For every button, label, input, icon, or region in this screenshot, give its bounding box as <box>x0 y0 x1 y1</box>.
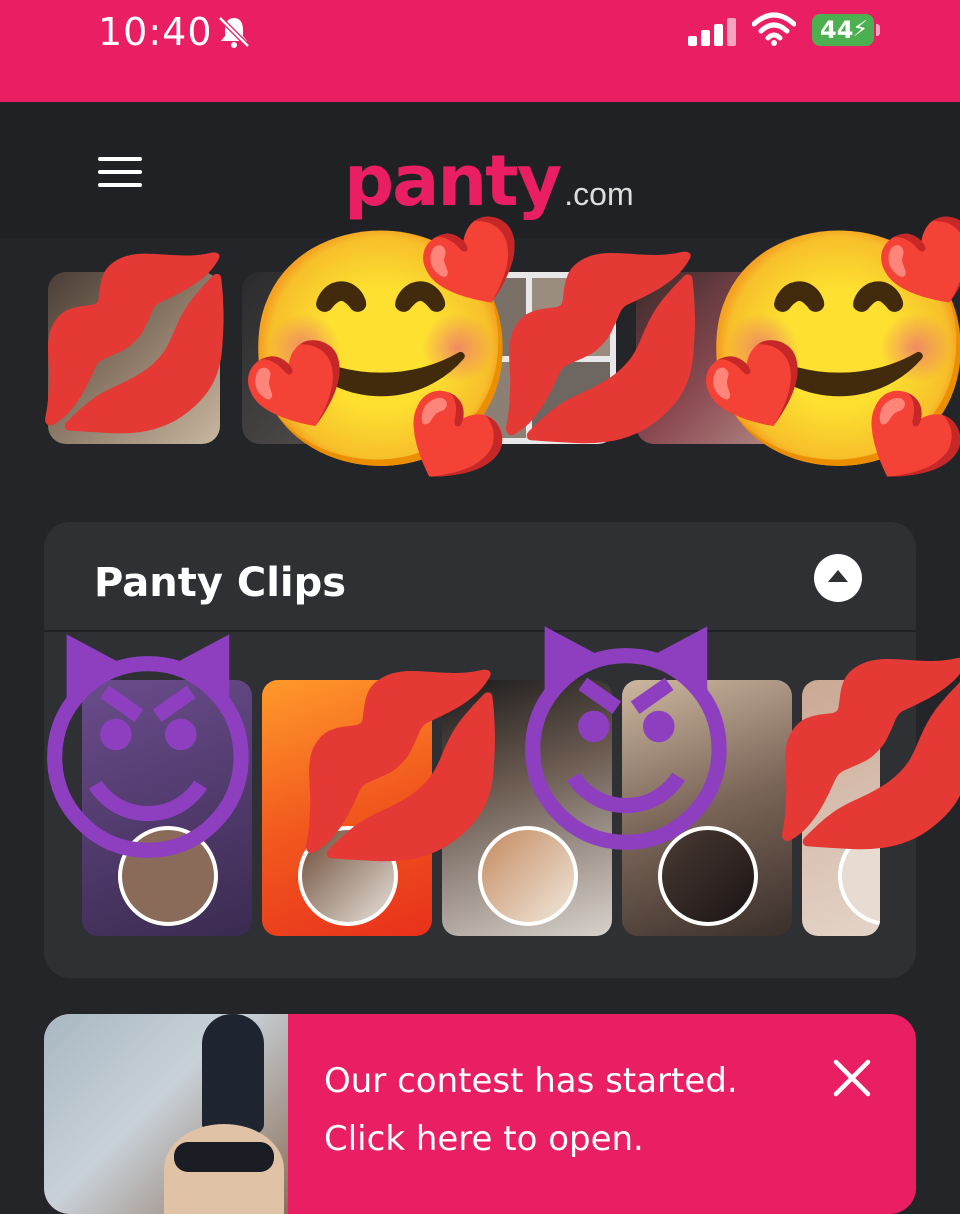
battery-level: 44 <box>820 16 854 44</box>
section-title: Panty Clips <box>94 560 347 606</box>
chevron-up-icon[interactable] <box>814 554 862 602</box>
wifi-icon <box>752 12 796 46</box>
smiling-imp-emoji: 😈 <box>506 621 746 888</box>
kiss-mark-emoji: 💋 <box>30 244 242 442</box>
logo-domain: .com <box>564 176 634 212</box>
banner-line-1: Our contest has started. <box>324 1061 738 1101</box>
banner-text: Our contest has started. Click here to o… <box>324 1052 804 1168</box>
status-bar: 10:40 44 ⚡ <box>0 0 960 102</box>
battery-indicator: 44 ⚡ <box>812 14 880 46</box>
close-icon[interactable] <box>832 1058 872 1098</box>
charging-bolt-icon: ⚡ <box>852 17 868 42</box>
hamburger-menu-icon[interactable] <box>98 157 142 187</box>
banner-image <box>44 1014 288 1214</box>
smiling-face-with-hearts-emoji: 🥰 <box>696 217 960 484</box>
smiling-imp-emoji: 😈 <box>28 629 268 896</box>
kiss-mark-emoji: 💋 <box>490 243 715 452</box>
banner-line-2: Click here to open. <box>324 1119 644 1159</box>
kiss-mark-emoji: 💋 <box>766 649 960 858</box>
smiling-face-with-hearts-emoji: 🥰 <box>238 217 525 484</box>
bell-muted-icon <box>218 16 250 48</box>
kiss-mark-emoji: 💋 <box>290 661 515 870</box>
cellular-signal-icon <box>688 18 736 46</box>
site-logo[interactable]: panty .com <box>344 140 634 222</box>
logo-wordmark: panty <box>344 140 562 222</box>
clock: 10:40 <box>98 10 213 54</box>
contest-banner[interactable]: Our contest has started. Click here to o… <box>44 1014 916 1214</box>
